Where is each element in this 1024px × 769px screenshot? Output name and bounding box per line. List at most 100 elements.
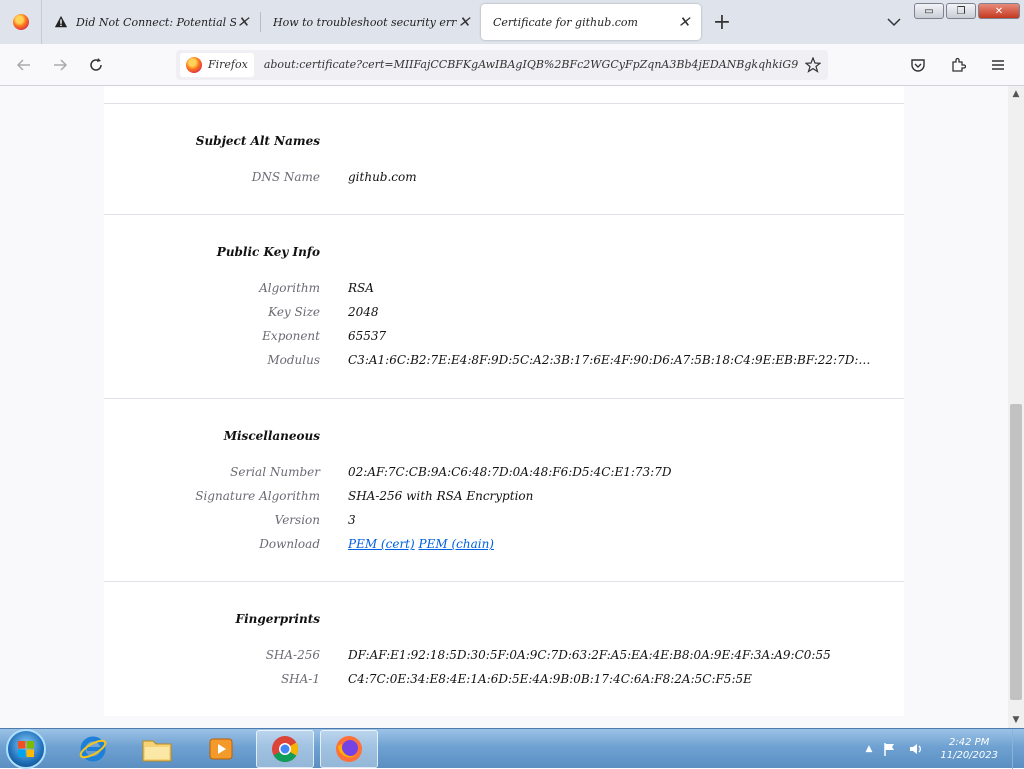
field-value: C3:A1:6C:B2:7E:E4:8F:9D:5C:A2:3B:17:6E:4… [348,353,878,367]
taskbar-file-explorer[interactable] [128,730,186,768]
system-clock[interactable]: 2:42 PM 11/20/2023 [934,736,1004,762]
show-hidden-icons-icon[interactable]: ▲ [865,744,872,754]
firefox-view-button[interactable] [0,0,42,44]
tab-label: Did Not Connect: Potential Security Issu… [76,15,236,29]
section-fingerprints: Fingerprints SHA-256 DF:AF:E1:92:18:5D:3… [104,582,904,716]
tab-certificate[interactable]: Certificate for github.com ✕ [481,4,701,40]
section-miscellaneous: Miscellaneous Serial Number 02:AF:7C:CB:… [104,399,904,582]
pocket-button[interactable] [900,49,936,81]
minimize-button[interactable]: ▭ [914,3,944,19]
taskbar-media-player[interactable] [192,730,250,768]
bookmark-star-button[interactable] [798,56,828,73]
show-desktop-button[interactable] [1012,728,1024,769]
identity-box[interactable]: Firefox [180,52,254,77]
section-public-key-info: Public Key Info Algorithm RSA Key Size 2… [104,215,904,399]
back-button[interactable] [6,49,42,81]
field-row: Signature Algorithm SHA-256 with RSA Enc… [104,489,904,509]
field-label: Exponent [262,329,320,343]
field-label: Serial Number [230,465,320,479]
field-row: Exponent 65537 [104,329,904,349]
warning-icon [54,15,68,28]
tab-label: How to troubleshoot security error codes… [273,15,457,29]
clock-time: 2:42 PM [949,736,990,748]
field-value: 2048 [348,305,379,319]
field-label: Signature Algorithm [195,489,320,503]
scroll-up-arrow-icon[interactable]: ▲ [1008,86,1024,102]
new-tab-button[interactable]: + [701,0,743,44]
windows-logo-icon [18,740,34,757]
field-value: SHA-256 with RSA Encryption [348,489,534,503]
close-tab-icon[interactable]: ✕ [677,13,691,31]
tab-security-issue[interactable]: Did Not Connect: Potential Security Issu… [42,0,260,44]
url-bar[interactable]: Firefox about:certificate?cert=MIIFajCCB… [176,49,828,80]
navigation-toolbar: Firefox about:certificate?cert=MIIFajCCB… [0,44,1024,86]
forward-arrow-icon [54,58,68,71]
vertical-scrollbar[interactable]: ▲ ▼ [1008,86,1024,728]
tab-strip: Did Not Connect: Potential Security Issu… [0,0,1024,44]
clock-date: 11/20/2023 [940,749,998,761]
scroll-down-arrow-icon[interactable]: ▼ [1008,712,1024,728]
taskbar-internet-explorer[interactable] [64,730,122,768]
reload-button[interactable] [78,49,114,81]
field-row: Key Size 2048 [104,305,904,325]
list-all-tabs-button[interactable] [874,0,914,44]
field-row: Version 3 [104,513,904,533]
scrollbar-thumb[interactable] [1010,404,1022,700]
file-explorer-icon [142,740,172,761]
certificate-card: Subject Alt Names DNS Name github.com Pu… [104,86,904,716]
action-center-flag-icon[interactable] [882,741,898,757]
field-value: 65537 [348,329,387,343]
toolbar-right [900,49,1016,81]
field-label: Version [274,513,320,527]
field-label: Key Size [268,305,320,319]
field-label: Download [259,537,320,551]
forward-button[interactable] [42,49,78,81]
restore-button[interactable]: ❐ [946,3,976,19]
firefox-icon [336,735,362,762]
close-window-button[interactable]: ✕ [978,3,1020,19]
section-previous [104,86,904,104]
internet-explorer-icon [79,736,107,761]
field-label: Algorithm [259,281,320,295]
close-tab-icon[interactable]: ✕ [236,13,250,31]
field-value: C4:7C:0E:34:E8:4E:1A:6D:5E:4A:9B:0B:17:4… [348,672,752,686]
field-row: Modulus C3:A1:6C:B2:7E:E4:8F:9D:5C:A2:3B… [104,353,904,373]
close-tab-icon[interactable]: ✕ [457,13,471,31]
volume-icon[interactable] [908,741,924,757]
tab-strip-spacer [743,0,874,44]
section-title: Fingerprints [235,612,320,626]
section-title: Subject Alt Names [195,134,320,148]
start-button[interactable] [6,728,46,769]
chrome-icon [272,735,299,762]
extensions-button[interactable] [940,49,976,81]
firefox-logo-icon [12,14,29,30]
field-value: 3 [348,513,356,527]
taskbar-firefox[interactable] [320,729,378,768]
identity-label: Firefox [208,58,248,71]
field-value: 02:AF:7C:CB:9A:C6:48:7D:0A:48:F6:D5:4C:E… [348,465,672,479]
reload-icon [90,57,102,71]
tab-troubleshoot[interactable]: How to troubleshoot security error codes… [261,0,481,44]
section-subject-alt-names: Subject Alt Names DNS Name github.com [104,104,904,215]
hamburger-menu-icon [992,60,1004,70]
section-title: Public Key Info [216,245,320,259]
tab-label: Certificate for github.com [493,15,638,29]
taskbar-chrome[interactable] [256,729,314,768]
field-row: Download PEM (cert) PEM (chain) [104,537,904,557]
windows-taskbar: ▲ 2:42 PM 11/20/2023 [0,728,1024,769]
url-text[interactable]: about:certificate?cert=MIIFajCCBFKgAwIBA… [264,58,798,71]
star-icon [805,56,821,73]
download-pem-chain-link[interactable]: PEM (chain) [419,537,494,551]
media-player-icon [209,738,233,759]
download-pem-cert-link[interactable]: PEM (cert) [348,537,415,551]
system-tray: ▲ 2:42 PM 11/20/2023 [865,736,1012,762]
field-label: SHA-1 [280,672,320,686]
field-label: DNS Name [251,170,320,184]
field-label: SHA-256 [265,648,320,662]
menu-button[interactable] [980,49,1016,81]
pocket-icon [911,59,925,72]
field-value: RSA [348,281,374,295]
field-row: Algorithm RSA [104,281,904,301]
chevron-down-icon [887,18,901,27]
window-controls: ▭ ❐ ✕ [914,0,1024,44]
